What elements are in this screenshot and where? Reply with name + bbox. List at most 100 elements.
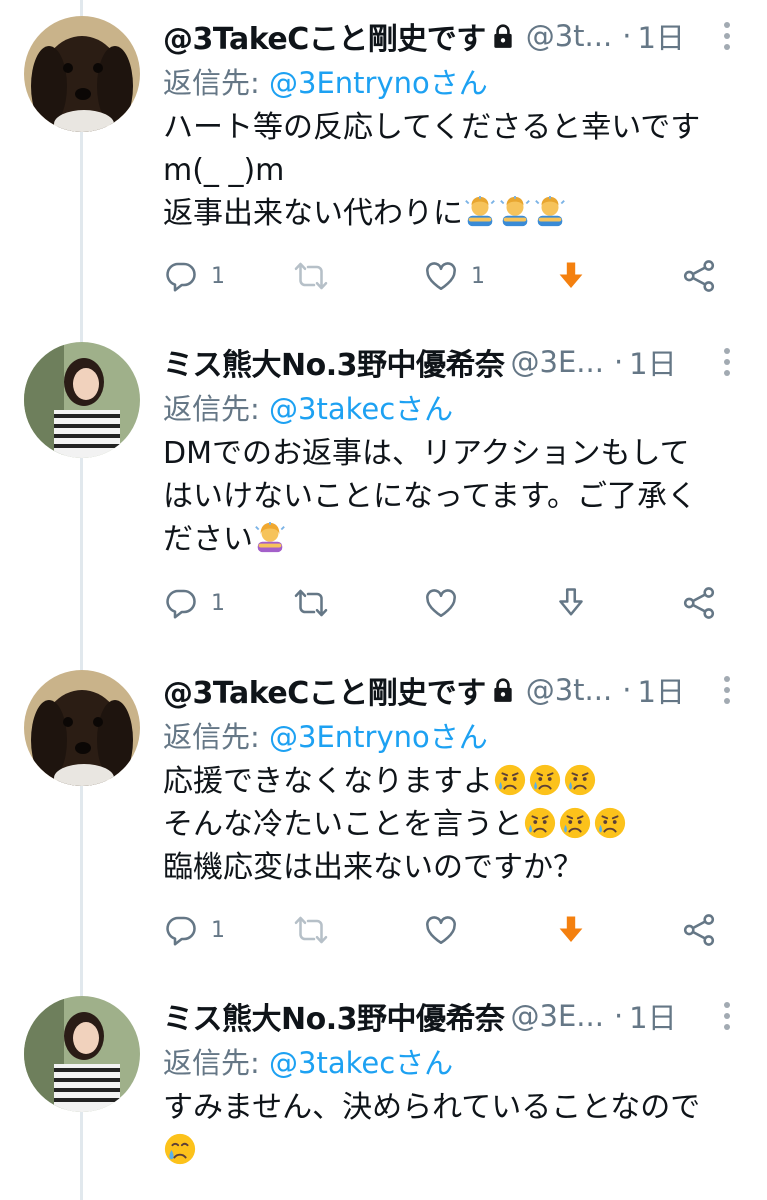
reply-icon [163,912,199,948]
timestamp[interactable]: 1日 [637,15,684,57]
text-line: すみません、決められていることなので [163,1090,701,1125]
woman-bowing-emoji-icon [253,521,287,555]
avatar-woman[interactable] [24,342,140,458]
reply-icon [163,258,199,294]
reply-to-link[interactable]: @3Entrynoさん [269,66,488,100]
handle[interactable]: @3E... [511,345,604,379]
avatar-dog[interactable] [24,16,140,132]
download-icon [553,258,589,294]
like-button[interactable] [423,910,459,950]
reply-prefix: 返信先: [163,720,269,754]
text-line: ださい [163,518,749,561]
reply-prefix: 返信先: [163,1046,269,1080]
separator-dot: · [613,345,624,379]
like-button[interactable]: 1 [423,256,485,296]
reply-count: 1 [211,917,225,943]
download-button[interactable] [553,583,589,623]
like-icon [423,912,459,948]
display-name[interactable]: ミス熊大No.3野中優希奈 [163,340,505,384]
text-line: はいけないことになってます。ご了承く [163,479,697,514]
reply-prefix: 返信先: [163,392,269,426]
reply-icon [163,585,199,621]
action-bar: 1 1 [163,256,723,296]
reply-context: 返信先: @3Entrynoさん [163,60,749,100]
text-line: ハート等の反応してくださると幸いです [163,110,701,145]
reply-context: 返信先: @3Entrynoさん [163,714,749,754]
person-bowing-emoji-icon [533,195,567,229]
retweet-button[interactable] [293,583,329,623]
share-button[interactable] [681,583,717,623]
sad-relieved-emoji-icon [563,763,597,797]
display-name[interactable]: @3TakeCこと剛史です [163,668,486,712]
download-button[interactable] [553,910,589,950]
handle[interactable]: @3t... [526,673,612,707]
reply-count: 1 [211,263,225,289]
timestamp[interactable]: 1日 [637,669,684,711]
handle[interactable]: @3E... [511,999,604,1033]
avatar-woman[interactable] [24,996,140,1112]
text-line [163,1129,749,1172]
separator-dot: · [613,999,624,1033]
separator-dot: · [622,19,632,53]
retweet-icon [293,912,329,948]
retweet-icon [293,585,329,621]
retweet-button[interactable] [293,256,329,296]
share-icon [681,585,717,621]
text-fragment: そんな冷たいことを言うと [163,807,523,842]
lock-icon [492,677,514,703]
reply-to-link[interactable]: @3takecさん [269,392,453,426]
retweet-icon [293,258,329,294]
retweet-button[interactable] [293,910,329,950]
handle[interactable]: @3t... [526,19,612,53]
text-line: 返事出来ない代わりに [163,192,749,235]
crying-face-emoji-icon [163,1132,197,1166]
timestamp[interactable]: 1日 [629,341,676,383]
sad-relieved-emoji-icon [493,763,527,797]
separator-dot: · [622,673,632,707]
reply-count: 1 [211,590,225,616]
action-bar: 1 [163,910,723,950]
sad-relieved-emoji-icon [593,806,627,840]
person-bowing-emoji-icon [498,195,532,229]
share-button[interactable] [681,910,717,950]
reply-button[interactable]: 1 [163,583,225,623]
sad-relieved-emoji-icon [523,806,557,840]
more-icon[interactable] [723,348,731,378]
share-icon [681,258,717,294]
share-button[interactable] [681,256,717,296]
download-button[interactable] [553,256,589,296]
text-fragment: ださい [163,522,253,557]
more-icon[interactable] [723,676,731,706]
more-icon[interactable] [723,22,731,52]
share-icon [681,912,717,948]
reply-to-link[interactable]: @3takecさん [269,1046,453,1080]
person-bowing-emoji-icon [463,195,497,229]
timestamp[interactable]: 1日 [629,995,676,1037]
sad-relieved-emoji-icon [528,763,562,797]
tweet-text: ハート等の反応してくださると幸いです m(_ _)m 返事出来ない代わりに [163,106,749,235]
text-fragment: 返事出来ない代わりに [163,196,463,231]
tweet-text: 応援できなくなりますよ そんな冷たいことを言うと 臨機応変は出来ないのですか？ [163,760,749,889]
sad-relieved-emoji-icon [558,806,592,840]
like-count: 1 [471,263,485,289]
avatar-dog[interactable] [24,670,140,786]
more-icon[interactable] [723,1002,731,1032]
display-name[interactable]: @3TakeCこと剛史です [163,14,486,58]
tweet-text: すみません、決められていることなので [163,1086,749,1172]
tweet-text: DMでのお返事は、リアクションもして はいけないことになってます。ご了承く ださ… [163,432,749,561]
reply-prefix: 返信先: [163,66,269,100]
text-fragment: 応援できなくなりますよ [163,764,493,799]
like-icon [423,258,459,294]
action-bar: 1 [163,583,723,623]
text-line: DMでのお返事は、リアクションもして [163,436,690,471]
reply-context: 返信先: @3takecさん [163,1040,749,1080]
text-line: m(_ _)m [163,153,285,188]
reply-context: 返信先: @3takecさん [163,386,749,426]
like-button[interactable] [423,583,459,623]
reply-button[interactable]: 1 [163,256,225,296]
reply-to-link[interactable]: @3Entrynoさん [269,720,488,754]
reply-button[interactable]: 1 [163,910,225,950]
download-icon [553,912,589,948]
text-line: そんな冷たいことを言うと [163,803,749,846]
display-name[interactable]: ミス熊大No.3野中優希奈 [163,994,505,1038]
